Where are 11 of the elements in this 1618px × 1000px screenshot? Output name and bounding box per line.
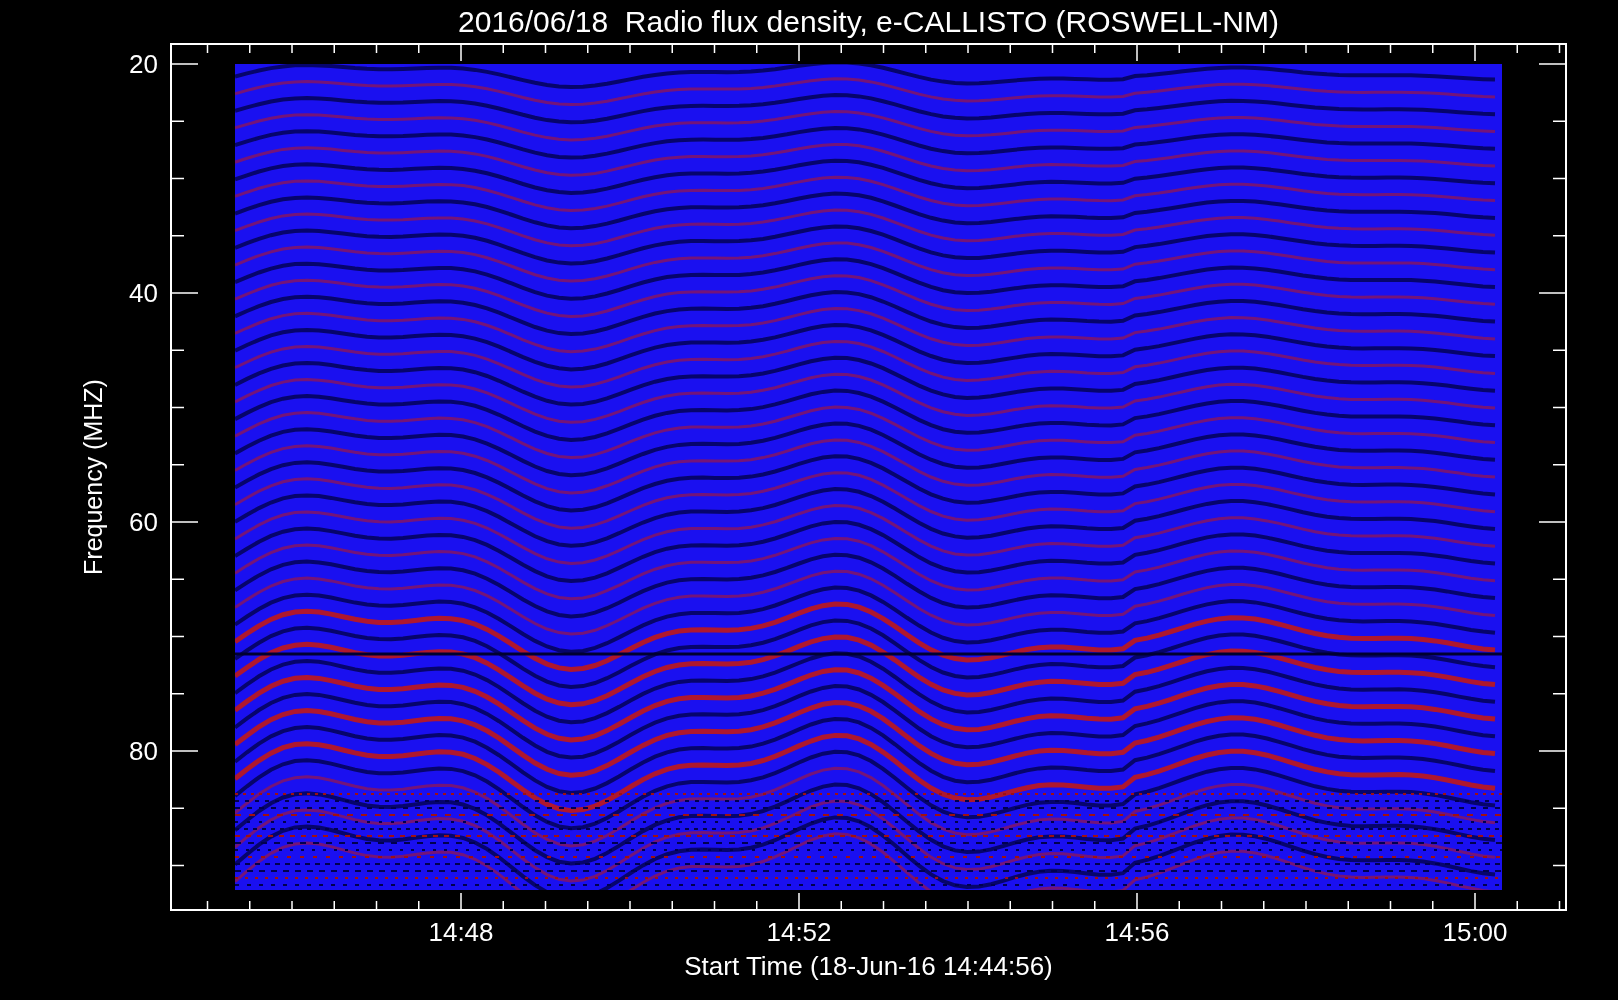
x-tick-label: 14:56 — [1104, 917, 1170, 948]
y-tick-label: 20 — [129, 48, 158, 80]
y-axis-label: Frequency (MHZ) — [78, 379, 108, 575]
x-tick-label: 14:52 — [766, 917, 832, 948]
x-axis-label: Start Time (18-Jun-16 14:44:56) — [683, 951, 1054, 983]
y-tick-label: 40 — [129, 277, 158, 309]
x-tick-label: 14:48 — [428, 917, 494, 948]
y-tick-label: 60 — [129, 506, 158, 538]
x-tick-label: 15:00 — [1442, 917, 1508, 948]
y-tick-label: 80 — [129, 735, 158, 767]
chart-title: 2016/06/18 Radio flux density, e-CALLISTO (ROSWELL-NM) — [457, 3, 1280, 40]
